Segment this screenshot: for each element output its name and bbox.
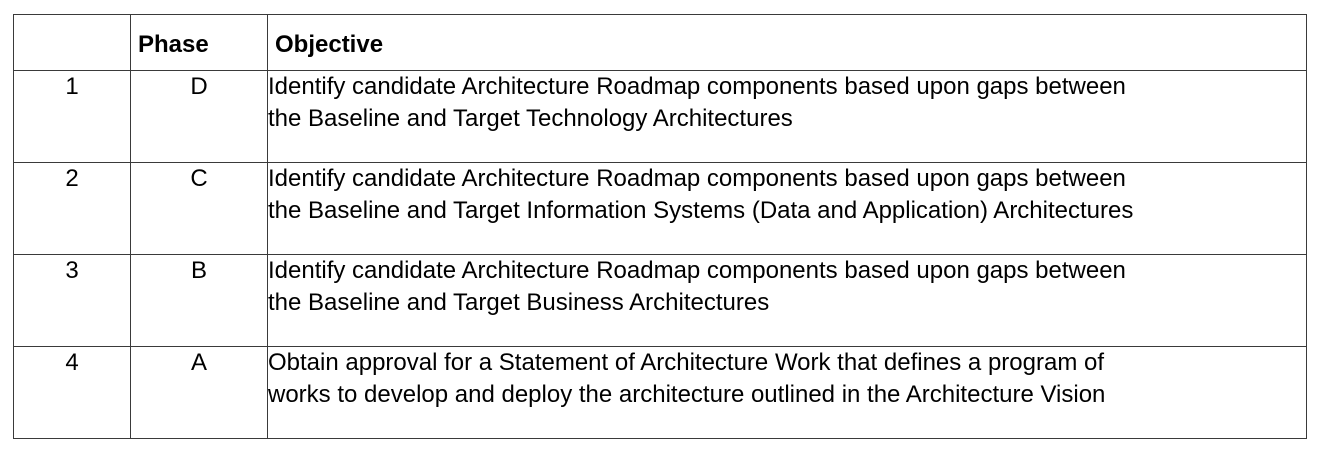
objective-line: Obtain approval for a Statement of Archi… [268,349,1104,376]
row-phase: B [130,254,268,347]
objective-line: Identify candidate Architecture Roadmap … [268,73,1126,100]
row-number: 1 [13,70,131,163]
phase-objective-table: Phase Objective 1 D Identify candidate A… [13,14,1307,439]
row-number: 4 [13,346,131,439]
objective-line: the Baseline and Target Technology Archi… [268,105,793,132]
table-row: 3 B Identify candidate Architecture Road… [13,254,1307,347]
table-row: 2 C Identify candidate Architecture Road… [13,162,1307,255]
row-objective: Obtain approval for a Statement of Archi… [267,346,1307,439]
table-row: 1 D Identify candidate Architecture Road… [13,70,1307,163]
header-number [13,14,131,71]
objective-line: the Baseline and Target Information Syst… [268,197,1134,224]
row-objective: Identify candidate Architecture Roadmap … [267,162,1307,255]
objective-line: Identify candidate Architecture Roadmap … [268,165,1126,192]
row-phase: D [130,70,268,163]
header-phase: Phase [130,14,268,71]
table-row: 4 A Obtain approval for a Statement of A… [13,346,1307,439]
objective-line: works to develop and deploy the architec… [268,381,1106,408]
row-objective: Identify candidate Architecture Roadmap … [267,70,1307,163]
objective-line: the Baseline and Target Business Archite… [268,289,770,316]
row-objective: Identify candidate Architecture Roadmap … [267,254,1307,347]
row-number: 2 [13,162,131,255]
header-objective: Objective [267,14,1307,71]
row-number: 3 [13,254,131,347]
objective-line: Identify candidate Architecture Roadmap … [268,257,1126,284]
table-header-row: Phase Objective [13,14,1307,71]
row-phase: A [130,346,268,439]
row-phase: C [130,162,268,255]
